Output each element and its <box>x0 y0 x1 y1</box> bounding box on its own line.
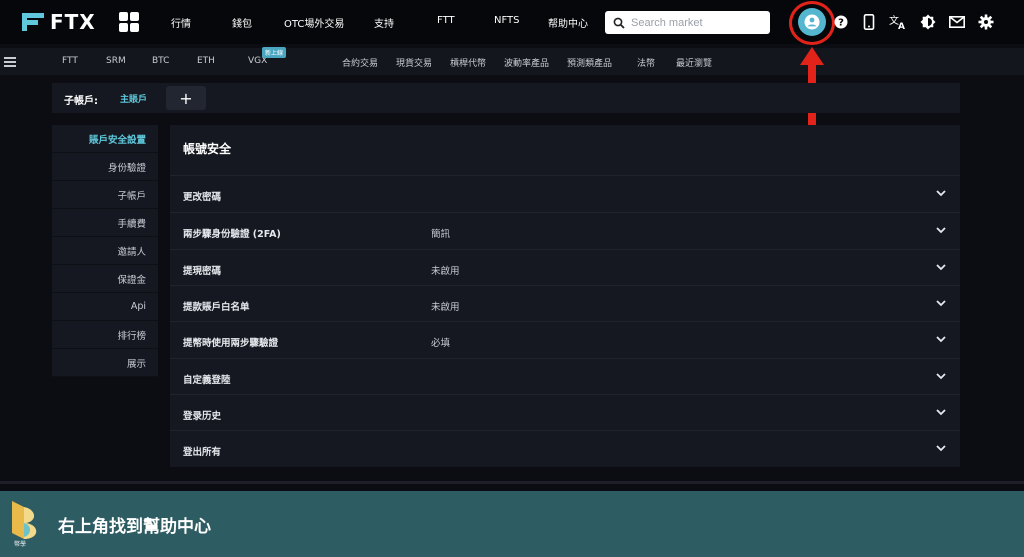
setting-row-login-history[interactable]: 登录历史 <box>170 394 960 430</box>
subnav-srm[interactable]: SRM <box>106 56 126 66</box>
footer-logo-text: 幣學 <box>14 541 27 548</box>
highlight-circle <box>789 1 835 45</box>
nav-otc[interactable]: OTC場外交易 <box>284 15 344 30</box>
setting-value: 簡訊 <box>431 229 451 240</box>
sidebar-item-security[interactable]: 賬戶安全設置 <box>52 125 158 153</box>
setting-label: 提幣時使用兩步驟驗證 <box>183 338 279 349</box>
mail-icon[interactable] <box>948 13 966 31</box>
nav-support[interactable]: 支持 <box>374 15 394 30</box>
chevron-down-icon[interactable] <box>935 442 947 454</box>
sidebar-item-referrer[interactable]: 邀請人 <box>52 237 158 265</box>
new-listing-badge: 新上線 <box>262 47 287 58</box>
nav-wallet[interactable]: 錢包 <box>232 15 252 30</box>
settings-sidebar: 賬戶安全設置 身份驗證 子帳戶 手續費 邀請人 保證金 Api 排行榜 展示 <box>52 125 158 377</box>
setting-row-custom-login[interactable]: 自定義登陸 <box>170 358 960 394</box>
search-box[interactable] <box>605 11 770 34</box>
subnav-eth[interactable]: ETH <box>197 56 215 66</box>
search-input[interactable] <box>631 16 761 29</box>
setting-row-2fa[interactable]: 兩步驟身份驗證 (2FA) 簡訊 <box>170 212 960 248</box>
phone-icon[interactable] <box>860 13 878 31</box>
main-account-tab[interactable]: 主賬戶 <box>120 92 147 105</box>
caption-text: 右上角找到幫助中心 <box>58 517 211 537</box>
page-divider <box>0 481 1024 484</box>
settings-icon[interactable] <box>977 13 995 31</box>
chevron-down-icon[interactable] <box>935 406 947 418</box>
setting-label: 更改密碼 <box>183 192 222 203</box>
chevron-down-icon[interactable] <box>935 333 947 345</box>
setting-value: 未啟用 <box>431 266 460 277</box>
top-navigation-bar: FTX 行情 錢包 OTC場外交易 支持 FTT NFTS 帮助中心 ? 文A <box>0 0 1024 45</box>
subaccount-bar: 子帳戶: 主賬戶 + <box>52 83 960 113</box>
setting-row-logout-all[interactable]: 登出所有 <box>170 430 960 466</box>
ftx-logo-mark-icon <box>20 11 46 33</box>
setting-row-withdrawal-whitelist[interactable]: 提款賬戶白名单 未啟用 <box>170 285 960 321</box>
chevron-down-icon[interactable] <box>935 224 947 236</box>
chevron-down-icon[interactable] <box>935 261 947 273</box>
subnav-fiat[interactable]: 法幣 <box>637 56 655 69</box>
sidebar-item-fees[interactable]: 手續費 <box>52 209 158 237</box>
theme-toggle-icon[interactable] <box>919 13 937 31</box>
chevron-down-icon[interactable] <box>935 187 947 199</box>
search-icon <box>613 17 625 29</box>
subnav-prediction[interactable]: 預測類產品 <box>567 56 612 69</box>
setting-row-withdrawal-2fa[interactable]: 提幣時使用兩步驟驗證 必填 <box>170 321 960 357</box>
setting-label: 兩步驟身份驗證 (2FA) <box>183 229 281 240</box>
setting-row-withdrawal-password[interactable]: 提現密碼 未啟用 <box>170 249 960 285</box>
subaccount-label: 子帳戶: <box>64 96 98 107</box>
help-icon[interactable]: ? <box>832 13 850 31</box>
add-subaccount-button[interactable]: + <box>166 86 206 110</box>
svg-text:A: A <box>898 22 905 30</box>
nav-markets[interactable]: 行情 <box>171 15 191 30</box>
subnav-ftt[interactable]: FTT <box>62 56 78 66</box>
market-subnav: FTT SRM BTC ETH VGX 新上線 合約交易 現貨交易 槓桿代幣 波… <box>0 47 1024 75</box>
subnav-leveraged-tokens[interactable]: 槓桿代幣 <box>450 56 486 69</box>
nav-ftt[interactable]: FTT <box>437 15 455 26</box>
caption-banner: 幣學 右上角找到幫助中心 <box>0 491 1024 557</box>
sidebar-item-subaccounts[interactable]: 子帳戶 <box>52 181 158 209</box>
subnav-btc[interactable]: BTC <box>152 56 169 66</box>
account-menu[interactable] <box>787 0 837 45</box>
svg-text:?: ? <box>838 18 844 29</box>
account-security-panel: 帳號安全 更改密碼 兩步驟身份驗證 (2FA) 簡訊 提現密碼 未啟用 提款賬戶… <box>170 125 960 467</box>
apps-grid-icon[interactable] <box>119 12 139 32</box>
logo-text: FTX <box>50 10 96 34</box>
sidebar-item-display[interactable]: 展示 <box>52 349 158 377</box>
subnav-futures[interactable]: 合約交易 <box>342 56 378 69</box>
page-title: 帳號安全 <box>183 142 232 156</box>
ftx-logo[interactable]: FTX <box>20 10 96 34</box>
setting-label: 提現密碼 <box>183 266 222 277</box>
setting-label: 自定義登陸 <box>183 375 231 386</box>
translate-icon[interactable]: 文A <box>889 13 907 31</box>
sidebar-item-kyc[interactable]: 身份驗證 <box>52 153 158 181</box>
setting-label: 提款賬戶白名单 <box>183 302 250 313</box>
nav-help-center[interactable]: 帮助中心 <box>548 15 588 30</box>
setting-value: 必填 <box>431 338 451 349</box>
setting-label: 登录历史 <box>183 411 222 422</box>
sidebar-item-api[interactable]: Api <box>52 293 158 321</box>
sidebar-item-leaderboard[interactable]: 排行榜 <box>52 321 158 349</box>
subnav-spot[interactable]: 現貨交易 <box>396 56 432 69</box>
sidebar-item-margin[interactable]: 保證金 <box>52 265 158 293</box>
chevron-down-icon[interactable] <box>935 370 947 382</box>
menu-icon[interactable] <box>4 57 16 69</box>
subnav-recent[interactable]: 最近瀏覽 <box>676 56 712 69</box>
subnav-volatility[interactable]: 波動率產品 <box>504 56 549 69</box>
chevron-down-icon[interactable] <box>935 297 947 309</box>
setting-value: 未啟用 <box>431 302 460 313</box>
setting-label: 登出所有 <box>183 447 222 458</box>
setting-row-change-password[interactable]: 更改密碼 <box>170 175 960 211</box>
nav-nfts[interactable]: NFTS <box>494 15 520 26</box>
